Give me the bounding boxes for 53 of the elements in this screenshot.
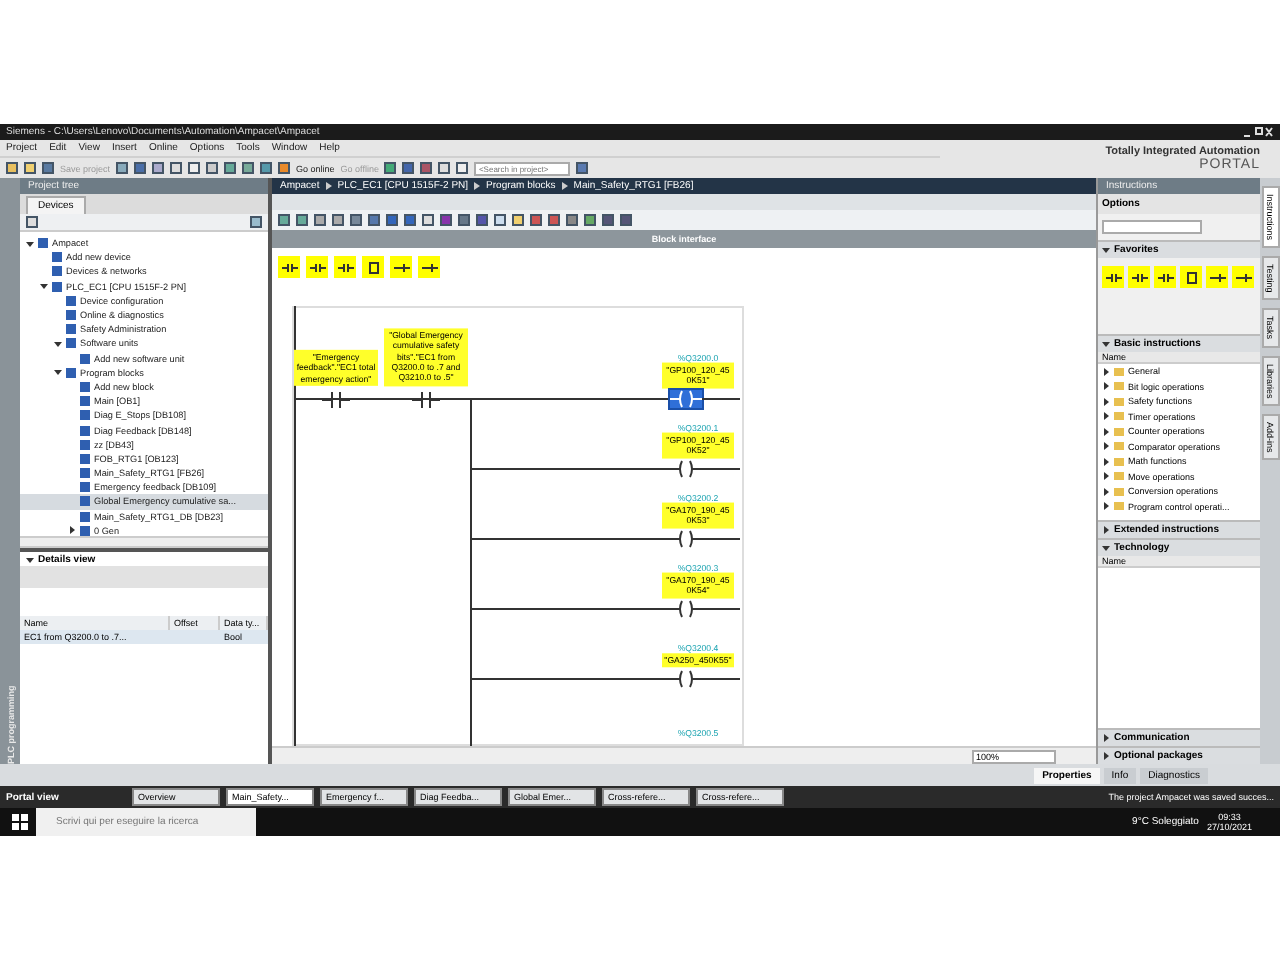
- separator-icon: [474, 182, 481, 190]
- rung-wire: [702, 608, 740, 610]
- branch-icon: [1235, 271, 1251, 283]
- favorite-button[interactable]: [1102, 266, 1124, 288]
- separator-icon: [561, 182, 568, 190]
- expand-arrow-icon[interactable]: [54, 339, 62, 348]
- rung-wire: [702, 398, 740, 400]
- contact-icon: [1131, 271, 1147, 283]
- favorite-button[interactable]: [362, 256, 384, 278]
- contact-icon: [1105, 271, 1121, 283]
- favorite-button[interactable]: [278, 256, 300, 278]
- expand-arrow-icon[interactable]: [26, 239, 34, 248]
- favorite-button[interactable]: [1180, 266, 1202, 288]
- expand-arrow-icon[interactable]: [1102, 340, 1110, 348]
- expand-arrow-icon[interactable]: [40, 282, 48, 291]
- favorite-button[interactable]: [390, 256, 412, 278]
- rung-wire: [702, 538, 740, 540]
- collapse-arrow-icon[interactable]: [68, 526, 76, 535]
- contact-icon: [281, 261, 297, 273]
- options-field[interactable]: [1102, 220, 1202, 234]
- expand-arrow-icon[interactable]: [1102, 246, 1110, 254]
- branch-icon: [421, 261, 437, 273]
- box-icon: [365, 261, 381, 273]
- windows-logo-icon[interactable]: [12, 814, 28, 830]
- box-icon: [1183, 271, 1199, 283]
- branch-icon: [393, 261, 409, 273]
- expand-arrow-icon[interactable]: [1102, 544, 1110, 552]
- separator-icon: [325, 182, 332, 190]
- favorite-button[interactable]: [334, 256, 356, 278]
- favorite-button[interactable]: [418, 256, 440, 278]
- favorite-button[interactable]: [306, 256, 328, 278]
- contact-icon: [1157, 271, 1173, 283]
- favorite-button[interactable]: [1154, 266, 1176, 288]
- favorite-button[interactable]: [1206, 266, 1228, 288]
- branch-icon: [1209, 271, 1225, 283]
- tool-icon[interactable]: [250, 216, 262, 228]
- favorite-button[interactable]: [1232, 266, 1254, 288]
- contact-symbol[interactable]: [412, 391, 440, 407]
- contact-icon: [309, 261, 325, 273]
- tool-icon[interactable]: [576, 162, 589, 174]
- rung-wire: [702, 678, 740, 680]
- contact-symbol[interactable]: [322, 391, 350, 407]
- expand-arrow-icon[interactable]: [54, 368, 62, 377]
- rung-wire: [702, 468, 740, 470]
- collapse-arrow-icon[interactable]: [1102, 526, 1110, 534]
- collapse-arrow-icon[interactable]: [1102, 734, 1110, 742]
- expand-arrow-icon[interactable]: [26, 555, 34, 563]
- scrollbar[interactable]: [20, 536, 268, 548]
- tool-icon[interactable]: [26, 216, 38, 228]
- favorite-button[interactable]: [1128, 266, 1150, 288]
- collapse-arrow-icon[interactable]: [1102, 752, 1110, 760]
- contact-icon: [337, 261, 353, 273]
- window-controls-icon[interactable]: [1242, 126, 1274, 138]
